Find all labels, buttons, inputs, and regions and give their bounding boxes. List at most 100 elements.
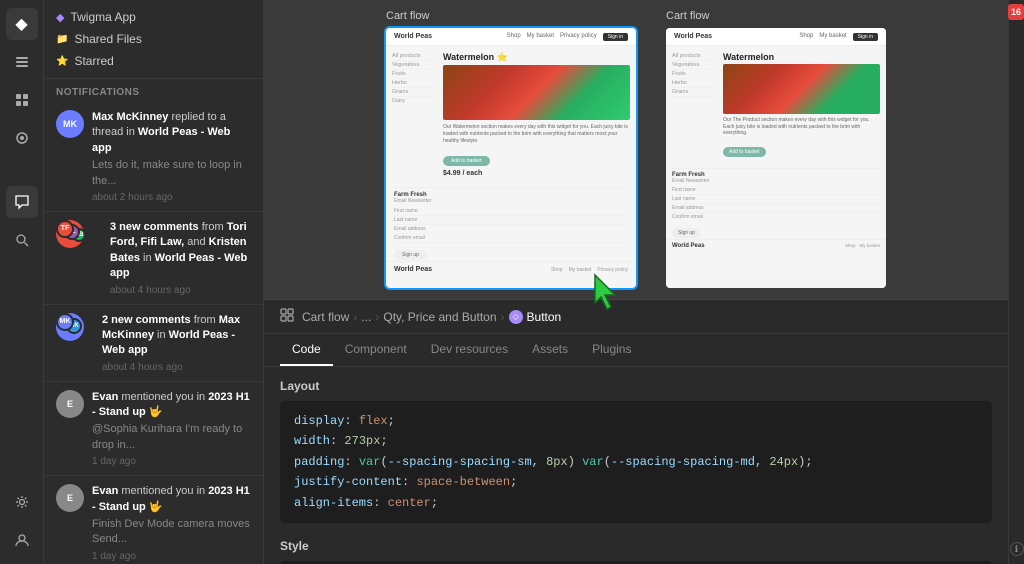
preview-nav-logo: World Peas: [394, 33, 432, 40]
notifications-header: ◆ Twigma App 📁 Shared Files ⭐ Starred: [44, 0, 263, 79]
dev-panel: Cart flow › ... › Qty, Price and Button …: [264, 299, 1008, 564]
tab-assets[interactable]: Assets: [520, 334, 580, 366]
preview-newsletter-subtitle: Email Newsletter: [394, 198, 628, 204]
breadcrumb: Cart flow › ... › Qty, Price and Button …: [302, 310, 561, 324]
layers-icon[interactable]: [6, 46, 38, 78]
search-icon[interactable]: [6, 224, 38, 256]
notifications-list: MK Max McKinney replied to a thread in W…: [44, 102, 263, 564]
chat-icon[interactable]: [6, 186, 38, 218]
style-section: Style border-radius: var(--radius-radius…: [280, 539, 992, 564]
right-preview-product-image: [723, 64, 880, 114]
right-preview-form: First name Last name Email address Confi…: [672, 186, 880, 221]
preview-footer-logo: World Peas: [394, 266, 432, 273]
notif-content: Max McKinney replied to a thread in Worl…: [92, 110, 251, 203]
preview-signup-btn: Sign up: [394, 250, 427, 260]
notif-time: 1 day ago: [92, 456, 251, 467]
breadcrumb-ellipsis[interactable]: ...: [361, 310, 371, 324]
notif-text: Max McKinney replied to a thread in Worl…: [92, 110, 251, 156]
preview-form-item: Confirm email: [394, 234, 628, 243]
tab-plugins[interactable]: Plugins: [580, 334, 643, 366]
right-preview-form-item: Confirm email: [672, 213, 880, 221]
right-preview-newsletter: Farm Fresh Email Newsletter First name L…: [672, 168, 880, 239]
breadcrumb-current: ◇ Button: [509, 310, 562, 324]
right-preview-nav-items: Shop My basket Sign in: [799, 33, 878, 41]
preview-form-item: Email address: [394, 225, 628, 234]
right-preview-footer-links: Shop My basket: [845, 243, 880, 248]
left-cart-preview: Cart flow World Peas Shop My basket Priv…: [386, 10, 636, 288]
notification-item[interactable]: E Evan mentioned you in 2023 H1 - Stand …: [44, 382, 263, 477]
preview-footer-link: Shop: [551, 267, 563, 273]
notification-badge: 16: [1008, 4, 1024, 20]
plugin-icon[interactable]: [6, 122, 38, 154]
notification-item[interactable]: MK Max McKinney replied to a thread in W…: [44, 102, 263, 212]
preview-sidebar-item: Grains: [392, 88, 437, 97]
right-preview-body: All products Vegetables Fruits Herbs Gra…: [666, 46, 886, 164]
twigma-menu-item[interactable]: ◆ Twigma App: [56, 6, 251, 28]
preview-newsletter-section: Farm Fresh Email Newsletter First name L…: [386, 187, 636, 261]
preview-form-item: First name: [394, 207, 628, 216]
avatar: TF FL KB: [56, 220, 84, 248]
tab-code[interactable]: Code: [280, 334, 333, 366]
preview-price: $4.99 / each: [443, 170, 630, 177]
left-cart-label: Cart flow: [386, 10, 429, 22]
left-preview-frame[interactable]: World Peas Shop My basket Privacy policy…: [386, 28, 636, 288]
right-preview-form-item: Last name: [672, 195, 880, 204]
avatar: E: [56, 390, 84, 418]
preview-product-desc: Our Watermelon section makes every day w…: [443, 124, 630, 145]
right-preview-sidebar-item: Herbs: [672, 79, 717, 88]
dev-content: Layout display: flex; width: 273px; padd…: [264, 367, 1008, 564]
notification-item[interactable]: MK MK 2 new comments from Max McKinney i…: [44, 305, 263, 382]
notifications-section-label: NOTIFICATIONS: [44, 79, 263, 102]
tab-component[interactable]: Component: [333, 334, 419, 366]
preview-footer-link: My basket: [569, 267, 592, 273]
notification-item[interactable]: TF FL KB 3 new comments from Tori Ford, …: [44, 212, 263, 305]
right-preview-signup-btn: Sign up: [672, 228, 701, 238]
preview-sidebar-item: Dairy: [392, 97, 437, 106]
starred-icon: ⭐: [56, 56, 68, 67]
code-line-width: width: 273px;: [294, 431, 978, 451]
left-preview-content: World Peas Shop My basket Privacy policy…: [386, 28, 636, 288]
preview-form: First name Last name Email address Confi…: [394, 207, 628, 243]
right-preview-sidebar-item: All products: [672, 52, 717, 61]
preview-main: Watermelon ⭐ Our Watermelon section make…: [443, 52, 630, 177]
right-preview-nav-item: Shop: [799, 33, 813, 41]
right-preview-frame[interactable]: World Peas Shop My basket Sign in All pr…: [666, 28, 886, 288]
left-sidebar: ◆: [0, 0, 44, 564]
preview-nav-item: My basket: [527, 33, 554, 41]
right-preview-nav-btn: Sign in: [853, 33, 878, 41]
layout-section: Layout display: flex; width: 273px; padd…: [280, 379, 992, 523]
tab-dev-resources[interactable]: Dev resources: [419, 334, 520, 366]
preview-sidebar-item: All products: [392, 52, 437, 61]
right-cart-label: Cart flow: [666, 10, 709, 22]
preview-add-btn: Add to basket: [443, 156, 490, 166]
code-line-justify: justify-content: space-between;: [294, 472, 978, 492]
right-preview-main: Watermelon Our The Product section makes…: [723, 52, 880, 158]
dev-panel-header: Cart flow › ... › Qty, Price and Button …: [264, 300, 1008, 334]
notification-item[interactable]: E Evan mentioned you in 2023 H1 - Stand …: [44, 476, 263, 564]
right-preview-content: World Peas Shop My basket Sign in All pr…: [666, 28, 886, 288]
breadcrumb-qty-price[interactable]: Qty, Price and Button: [383, 310, 496, 324]
info-icon-button[interactable]: ℹ: [1010, 542, 1024, 556]
figma-icon[interactable]: ◆: [6, 8, 38, 40]
avatar: MK: [56, 110, 84, 138]
right-preview-nav-item: My basket: [819, 33, 846, 41]
breadcrumb-cart-flow[interactable]: Cart flow: [302, 310, 349, 324]
notif-text: 3 new comments from Tori Ford, Fifi Law,…: [110, 220, 251, 282]
notif-preview: @Sophia Kurihara I'm ready to drop in...: [92, 422, 251, 453]
component-icon[interactable]: [6, 84, 38, 116]
right-preview-nav-logo: World Peas: [674, 33, 712, 40]
preview-footer-link: Privacy policy: [597, 267, 628, 273]
dev-tabs: Code Component Dev resources Assets Plug…: [264, 334, 1008, 367]
code-line-align: align-items: center;: [294, 493, 978, 513]
notif-content: 2 new comments from Max McKinney in Worl…: [102, 313, 251, 373]
starred-menu-item[interactable]: ⭐ Starred: [56, 50, 251, 72]
shared-files-label: Shared Files: [74, 32, 141, 46]
settings-icon[interactable]: [6, 486, 38, 518]
notif-text: Evan mentioned you in 2023 H1 - Stand up…: [92, 484, 251, 515]
right-preview-footer-link: Shop: [845, 243, 856, 248]
notif-time: about 2 hours ago: [92, 192, 251, 203]
user-icon[interactable]: [6, 524, 38, 556]
right-preview-sidebar-item: Grains: [672, 88, 717, 97]
preview-sidebar-item: Herbs: [392, 79, 437, 88]
shared-files-menu-item[interactable]: 📁 Shared Files: [56, 28, 251, 50]
